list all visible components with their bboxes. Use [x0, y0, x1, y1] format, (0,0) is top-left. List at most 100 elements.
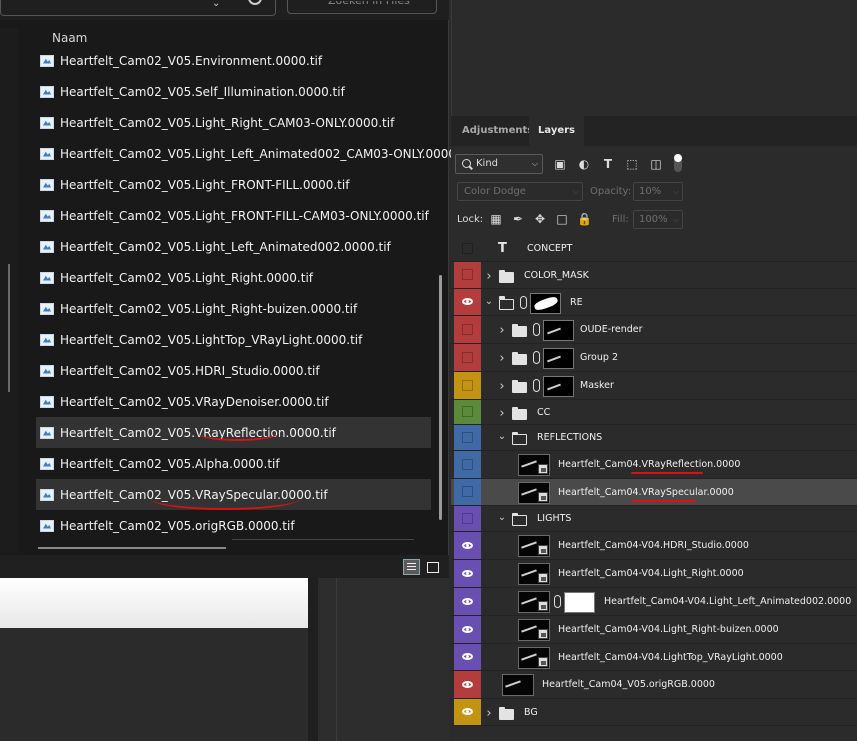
document-canvas[interactable]: [0, 578, 308, 628]
layer-name[interactable]: CONCEPT: [527, 243, 572, 254]
chevron-down-icon[interactable]: ⌄: [497, 512, 507, 523]
layer-row[interactable]: › COLOR_MASK: [451, 262, 857, 289]
layer-visibility-toggle[interactable]: [454, 344, 481, 371]
layer-name[interactable]: OUDE-render: [580, 324, 643, 335]
layer-visibility-toggle[interactable]: [454, 479, 481, 505]
layer-row[interactable]: Heartfelt_Cam04-V04.HDRI_Studio.0000: [451, 532, 857, 560]
layer-visibility-toggle[interactable]: [454, 506, 481, 531]
file-row[interactable]: Heartfelt_Cam02_V05.Light_FRONT-FILL-CAM…: [36, 200, 431, 231]
chevron-right-icon[interactable]: ›: [484, 706, 494, 721]
file-row[interactable]: Heartfelt_Cam02_V05.LightTop_VRayLight.0…: [36, 324, 431, 355]
file-row[interactable]: Heartfelt_Cam02_V05.Light_Left_Animated0…: [36, 231, 431, 262]
layer-visibility-toggle[interactable]: [454, 532, 481, 559]
lock-artboard-icon[interactable]: □: [555, 212, 569, 226]
horizontal-scrollbar[interactable]: [38, 547, 226, 549]
layer-visibility-toggle[interactable]: [454, 262, 481, 288]
layer-row[interactable]: › Masker: [451, 372, 857, 400]
file-row[interactable]: Heartfelt_Cam02_V05.Light_Left_Animated0…: [36, 138, 472, 169]
layer-row[interactable]: Heartfelt_Cam04-V04.LightTop_VRayLight.0…: [451, 644, 857, 671]
layer-thumbnail[interactable]: [518, 481, 550, 504]
layer-visibility-toggle[interactable]: [454, 616, 481, 643]
opacity-input[interactable]: 10% ⌵: [633, 182, 683, 201]
file-row[interactable]: Heartfelt_Cam02_V05.Self_Illumination.00…: [36, 76, 431, 107]
chevron-down-icon[interactable]: ⌄: [212, 0, 220, 9]
layer-mask-thumbnail[interactable]: [530, 292, 561, 314]
chevron-right-icon[interactable]: ›: [497, 323, 507, 338]
lock-all-icon[interactable]: 🔒: [577, 212, 592, 226]
chevron-right-icon[interactable]: ›: [497, 406, 507, 421]
link-icon[interactable]: [533, 323, 540, 336]
lock-position-icon[interactable]: ✥: [533, 212, 547, 226]
layer-row[interactable]: ⌄ LIGHTS: [451, 506, 857, 532]
layer-thumbnail[interactable]: [518, 591, 550, 613]
layer-mask-thumbnail[interactable]: [543, 376, 574, 397]
large-icons-view-icon[interactable]: [424, 559, 441, 575]
path-dropdown[interactable]: [0, 0, 276, 16]
link-icon[interactable]: [533, 351, 540, 364]
fill-input[interactable]: 100% ⌵: [633, 210, 683, 229]
layer-name[interactable]: CC: [537, 407, 550, 418]
layer-thumbnail[interactable]: [518, 646, 550, 669]
layer-row[interactable]: › OUDE-render: [451, 316, 857, 344]
layer-thumbnail[interactable]: [518, 563, 550, 585]
layer-name[interactable]: Masker: [580, 380, 614, 391]
layer-mask-thumbnail[interactable]: [543, 320, 574, 341]
blend-mode-select[interactable]: Color Dodge ⌵: [457, 182, 583, 201]
layer-name[interactable]: Heartfelt_Cam04.VRayReflection.0000: [558, 459, 740, 470]
tab-layers[interactable]: Layers: [529, 116, 584, 146]
layer-name[interactable]: REFLECTIONS: [537, 432, 602, 443]
layer-row[interactable]: › Group 2: [451, 344, 857, 372]
layer-visibility-toggle[interactable]: [454, 400, 481, 424]
layer-name[interactable]: Group 2: [580, 352, 618, 363]
lock-image-icon[interactable]: ✒: [511, 212, 525, 226]
layer-name[interactable]: BG: [524, 707, 538, 718]
layer-visibility-toggle[interactable]: [454, 588, 481, 615]
chevron-right-icon[interactable]: ›: [484, 269, 494, 284]
file-list-scrollbar[interactable]: [439, 275, 442, 520]
layer-row[interactable]: ⌄ REFLECTIONS: [451, 425, 857, 451]
layer-row[interactable]: Heartfelt_Cam04-V04.Light_Right-buizen.0…: [451, 616, 857, 644]
layer-name[interactable]: Heartfelt_Cam04-V04.LightTop_VRayLight.0…: [558, 652, 783, 663]
layer-name[interactable]: RE: [570, 297, 583, 308]
link-icon[interactable]: [533, 379, 540, 392]
layer-name[interactable]: COLOR_MASK: [524, 270, 589, 281]
type-filter-icon[interactable]: T: [601, 157, 615, 171]
nav-scrollbar[interactable]: [8, 264, 10, 392]
layer-name[interactable]: Heartfelt_Cam04-V04.Light_Right-buizen.0…: [558, 624, 779, 635]
layer-mask-thumbnail[interactable]: [543, 348, 574, 369]
layer-row[interactable]: Heartfelt_Cam04-V04.Light_Left_Animated0…: [451, 588, 857, 616]
layer-visibility-toggle[interactable]: [454, 425, 481, 450]
file-row[interactable]: Heartfelt_Cam02_V05.Light_Right_CAM03-ON…: [36, 107, 431, 138]
file-row[interactable]: Heartfelt_Cam02_V05.HDRI_Studio.0000.tif: [36, 355, 431, 386]
layer-thumbnail[interactable]: [518, 535, 550, 557]
layer-name[interactable]: Heartfelt_Cam04_V05.origRGB.0000: [542, 679, 715, 690]
layer-row[interactable]: Heartfelt_Cam04_V05.origRGB.0000: [451, 671, 857, 699]
file-row[interactable]: Heartfelt_Cam02_V05.Light_FRONT-FILL.000…: [36, 169, 431, 200]
adjustment-filter-icon[interactable]: ◐: [577, 157, 591, 171]
chevron-down-icon[interactable]: ⌄: [497, 431, 507, 442]
layer-name[interactable]: Heartfelt_Cam04.VRaySpecular.0000: [558, 487, 734, 498]
layer-visibility-toggle[interactable]: [454, 560, 481, 587]
layer-visibility-toggle[interactable]: [454, 289, 481, 315]
layer-mask-thumbnail[interactable]: [564, 592, 595, 613]
details-view-icon[interactable]: [403, 559, 420, 575]
link-icon[interactable]: [520, 295, 527, 309]
layer-visibility-toggle[interactable]: [454, 671, 481, 698]
layer-row[interactable]: Heartfelt_Cam04.VRayReflection.0000: [451, 451, 857, 479]
column-header-name[interactable]: Naam: [52, 31, 87, 45]
layer-visibility-toggle[interactable]: [454, 699, 481, 725]
layer-thumbnail[interactable]: [518, 619, 550, 641]
file-row[interactable]: Heartfelt_Cam02_V05.origRGB.0000.tif: [36, 510, 431, 541]
layer-thumbnail[interactable]: [518, 454, 550, 476]
layer-row[interactable]: ⌄ RE: [451, 289, 857, 316]
layer-thumbnail[interactable]: [502, 674, 534, 696]
layer-row[interactable]: › BG: [451, 699, 857, 726]
layer-name[interactable]: LIGHTS: [537, 513, 571, 524]
chevron-right-icon[interactable]: ›: [497, 351, 507, 366]
chevron-right-icon[interactable]: ›: [497, 379, 507, 394]
file-row[interactable]: Heartfelt_Cam02_V05.VRayDenoiser.0000.ti…: [36, 386, 431, 417]
layer-row[interactable]: Heartfelt_Cam04.VRaySpecular.0000: [451, 479, 857, 506]
layer-visibility-toggle[interactable]: [454, 451, 481, 478]
file-row[interactable]: Heartfelt_Cam02_V05.Alpha.0000.tif: [36, 448, 431, 479]
file-row[interactable]: Heartfelt_Cam02_V05.Environment.0000.tif: [36, 45, 431, 76]
